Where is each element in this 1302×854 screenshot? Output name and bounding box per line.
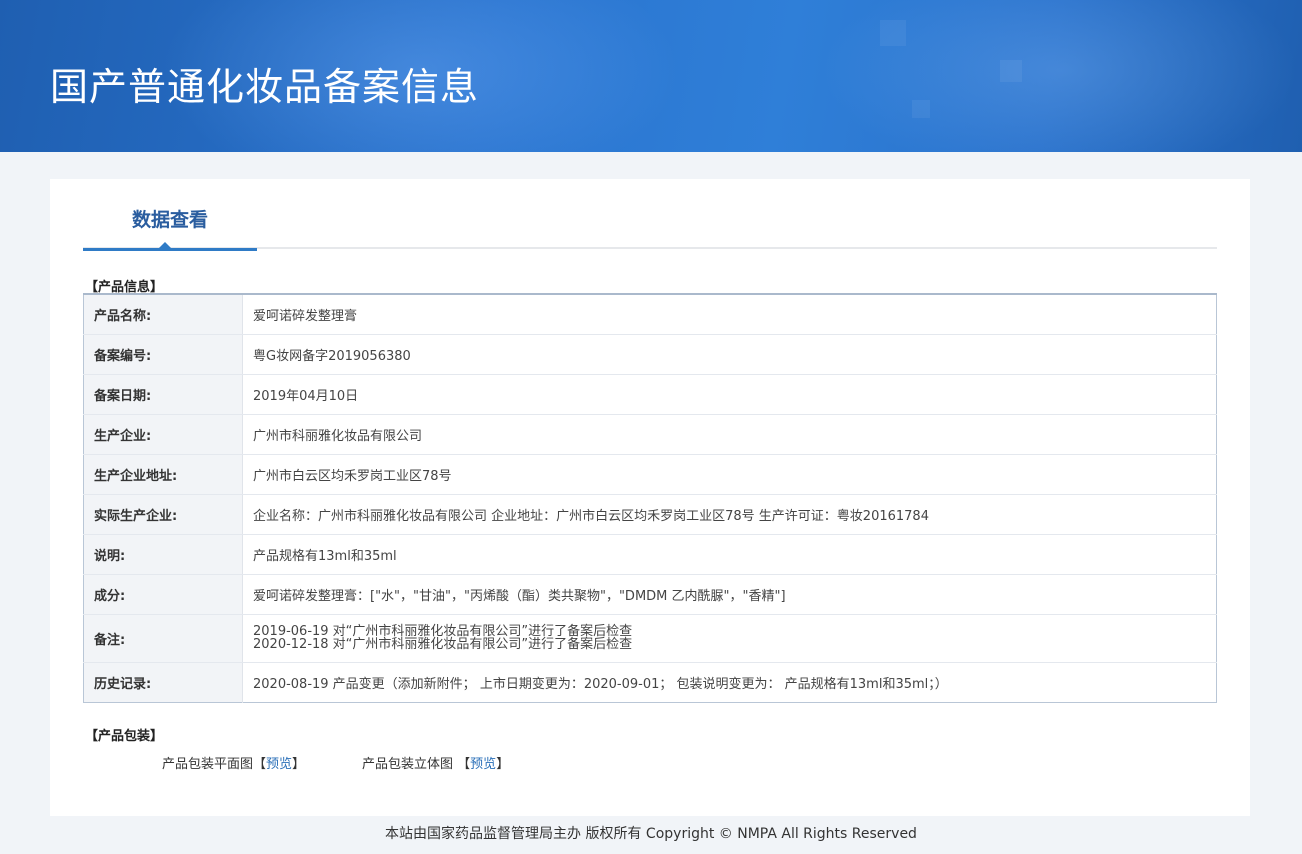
row-value: 产品规格有13ml和35ml — [242, 534, 1217, 575]
banner-decoration — [880, 20, 906, 46]
table-row: 生产企业地址: 广州市白云区均禾罗岗工业区78号 — [83, 454, 1217, 495]
row-key: 产品名称: — [83, 294, 243, 335]
packaging-item-label: 产品包装立体图 — [362, 757, 454, 772]
tab-active-underline — [83, 248, 257, 251]
row-value: 2019年04月10日 — [242, 374, 1217, 415]
preview-link[interactable]: 预览 — [266, 757, 292, 772]
section-packaging-label: 【产品包装】 — [85, 729, 164, 744]
bracket: 【 — [457, 757, 471, 772]
table-row: 历史记录: 2020-08-19 产品变更（添加新附件； 上市日期变更为：202… — [83, 662, 1217, 702]
packaging-item-flat: 产品包装平面图【预览】 — [162, 753, 305, 772]
row-value: 广州市白云区均禾罗岗工业区78号 — [242, 454, 1217, 495]
row-key: 说明: — [83, 534, 243, 575]
note-line: 2020-12-18 对“广州市科丽雅化妆品有限公司”进行了备案后检查 — [253, 637, 633, 652]
table-row: 备注: 2019-06-19 对“广州市科丽雅化妆品有限公司”进行了备案后检查 … — [83, 614, 1217, 663]
content-card: 数据查看 【产品信息】 产品名称: 爱呵诺碎发整理膏 备案编号: 粤G妆网备字2… — [50, 179, 1250, 816]
row-key: 生产企业: — [83, 414, 243, 455]
packaging-item-3d: 产品包装立体图 【预览】 — [362, 753, 509, 772]
banner-decoration — [912, 100, 930, 118]
table-row: 生产企业: 广州市科丽雅化妆品有限公司 — [83, 414, 1217, 455]
row-value: 2019-06-19 对“广州市科丽雅化妆品有限公司”进行了备案后检查 2020… — [242, 614, 1217, 663]
page-title: 国产普通化妆品备案信息 — [50, 65, 480, 109]
row-key: 历史记录: — [83, 662, 243, 702]
tab-label: 数据查看 — [131, 209, 208, 231]
row-key: 备案日期: — [83, 374, 243, 415]
table-row: 备案编号: 粤G妆网备字2019056380 — [83, 334, 1217, 375]
row-key: 生产企业地址: — [83, 454, 243, 495]
row-key: 实际生产企业: — [83, 494, 243, 535]
table-row: 备案日期: 2019年04月10日 — [83, 374, 1217, 415]
row-key: 备案编号: — [83, 334, 243, 375]
row-value: 广州市科丽雅化妆品有限公司 — [242, 414, 1217, 455]
row-value: 粤G妆网备字2019056380 — [242, 334, 1217, 375]
bracket: 】 — [292, 757, 306, 772]
table-row: 实际生产企业: 企业名称：广州市科丽雅化妆品有限公司 企业地址：广州市白云区均禾… — [83, 494, 1217, 535]
row-value: 2020-08-19 产品变更（添加新附件； 上市日期变更为：2020-09-0… — [253, 676, 948, 692]
bracket: 【 — [253, 757, 267, 772]
footer-copyright: 本站由国家药品监督管理局主办 版权所有 Copyright © NMPA All… — [385, 826, 917, 842]
table-row: 成分: 爱呵诺碎发整理膏：["水"，"甘油"，"丙烯酸（酯）类共聚物"，"DMD… — [83, 574, 1217, 615]
banner-decoration — [1000, 60, 1022, 82]
tab-data-view[interactable]: 数据查看 — [83, 205, 257, 251]
product-info-table: 产品名称: 爱呵诺碎发整理膏 备案编号: 粤G妆网备字2019056380 备案… — [83, 293, 1217, 703]
preview-link[interactable]: 预览 — [470, 757, 496, 772]
tab-caret-icon — [159, 242, 171, 248]
packaging-item-label: 产品包装平面图 — [162, 757, 254, 772]
row-value: 企业名称：广州市科丽雅化妆品有限公司 企业地址：广州市白云区均禾罗岗工业区78号… — [242, 494, 1217, 535]
row-key: 成分: — [83, 574, 243, 615]
row-key: 备注: — [83, 614, 243, 663]
header-banner: 国产普通化妆品备案信息 — [0, 0, 1302, 152]
table-row: 说明: 产品规格有13ml和35ml — [83, 534, 1217, 575]
bracket: 】 — [496, 757, 510, 772]
row-value: 爱呵诺碎发整理膏：["水"，"甘油"，"丙烯酸（酯）类共聚物"，"DMDM 乙内… — [242, 574, 1217, 615]
row-value: 爱呵诺碎发整理膏 — [242, 294, 1217, 335]
table-row: 产品名称: 爱呵诺碎发整理膏 — [83, 294, 1217, 335]
tab-bar: 数据查看 — [83, 179, 1217, 251]
